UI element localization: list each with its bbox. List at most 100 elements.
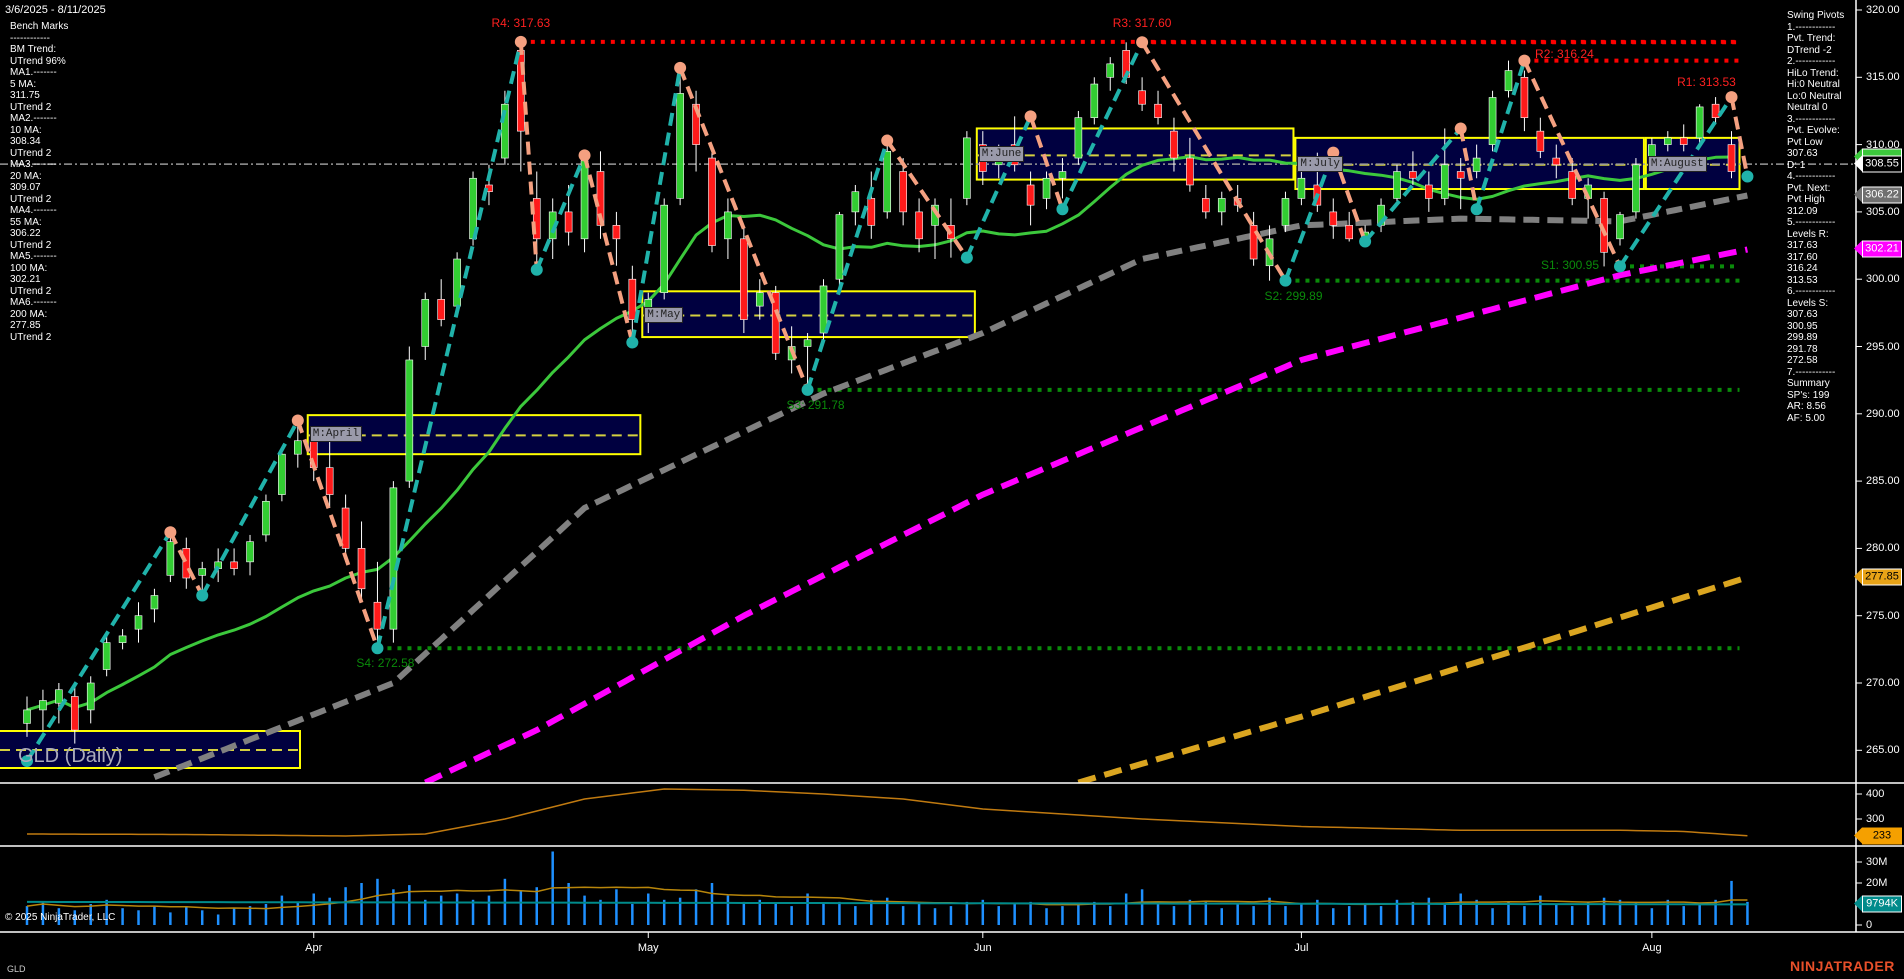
pivot-low-marker: [531, 264, 543, 276]
pivot-low-marker: [1741, 171, 1753, 183]
swing-leg: [537, 155, 585, 269]
candle-up: [294, 441, 301, 454]
candle-up: [1441, 165, 1448, 199]
instrument-title: GLD (Daily): [18, 745, 122, 768]
candle-up: [1473, 158, 1480, 171]
info-line: 6.------------: [1787, 286, 1844, 298]
time-tick-label: Apr: [305, 942, 322, 954]
pivot-low-marker: [1359, 236, 1371, 248]
candle-up: [55, 690, 62, 703]
pivot-low-marker: [626, 336, 638, 348]
month-label: M:August: [1648, 156, 1707, 172]
candle-up: [581, 161, 588, 239]
info-line: SP's: 199: [1787, 390, 1844, 402]
info-line: 299.89: [1787, 332, 1844, 344]
info-line: 4.------------: [1787, 171, 1844, 183]
volume-tick-label: 0: [1866, 919, 1872, 931]
pivot-low-marker: [1614, 260, 1626, 272]
candle-up: [1489, 97, 1496, 144]
price-badge: 302.21: [1862, 241, 1902, 258]
swing-leg: [1062, 42, 1142, 209]
month-label: M:May: [644, 307, 683, 323]
candle-up: [422, 299, 429, 346]
pivot-high-marker: [1455, 122, 1467, 134]
pivot-low-marker: [961, 252, 973, 264]
info-line: DTrend -2: [1787, 45, 1844, 57]
info-line: Pvt High: [1787, 194, 1844, 206]
legend-line: 302.21: [10, 274, 68, 286]
candle-up: [1393, 172, 1400, 199]
legend-line: UTrend 2: [10, 148, 68, 160]
info-line: 1.------------: [1787, 22, 1844, 34]
candle-up: [87, 683, 94, 710]
month-label: M:June: [979, 146, 1025, 162]
candle-up: [390, 488, 397, 629]
candle-down: [1680, 138, 1687, 145]
pivot-low-marker: [1279, 275, 1291, 287]
candle-down: [1569, 172, 1576, 199]
pivot-high-marker: [292, 415, 304, 427]
price-badge: 306.22: [1862, 187, 1902, 204]
candle-up: [1298, 178, 1305, 198]
legend-line: 20 MA:: [10, 171, 68, 183]
pivot-low-marker: [1471, 203, 1483, 215]
candle-down: [358, 548, 365, 588]
candle-down: [1425, 185, 1432, 198]
level-label: S3: 291.78: [787, 398, 845, 412]
candle-down: [342, 508, 349, 548]
volume-tick-label: 30M: [1866, 856, 1887, 868]
info-line: 300.95: [1787, 321, 1844, 333]
candle-up: [884, 151, 891, 212]
candle-down: [71, 696, 78, 730]
candle-up: [1664, 138, 1671, 145]
candle-down: [326, 468, 333, 495]
indicator-tick-label: 300: [1866, 813, 1884, 825]
candle-up: [406, 360, 413, 481]
candle-down: [1553, 158, 1560, 165]
pivot-high-marker: [515, 36, 527, 48]
legend-line: MA2.-------: [10, 113, 68, 125]
pivot-high-marker: [164, 526, 176, 538]
legend-line: ------------: [10, 33, 68, 45]
info-line: 307.63: [1787, 309, 1844, 321]
legend-line: UTrend 2: [10, 194, 68, 206]
candle-down: [740, 239, 747, 320]
swing-pivots-panel: Swing Pivots1.------------Pvt. Trend:DTr…: [1787, 10, 1844, 424]
info-line: Summary: [1787, 378, 1844, 390]
benchmarks-legend: Bench Marks------------BM Trend:UTrend 9…: [10, 21, 68, 343]
info-line: Levels S:: [1787, 298, 1844, 310]
candle-up: [151, 596, 158, 609]
candle-up: [103, 643, 110, 670]
legend-line: Bench Marks: [10, 21, 68, 33]
price-tick-label: 275.00: [1866, 610, 1900, 622]
info-line: 2.------------: [1787, 56, 1844, 68]
candle-down: [1409, 172, 1416, 179]
candle-down: [1330, 212, 1337, 225]
swing-leg: [887, 141, 967, 258]
candle-up: [1043, 178, 1050, 198]
candle-down: [613, 225, 620, 238]
legend-line: UTrend 2: [10, 240, 68, 252]
candle-up: [836, 215, 843, 280]
info-line: Pvt. Trend:: [1787, 33, 1844, 45]
legend-line: UTrend 2: [10, 332, 68, 344]
pivot-high-marker: [1726, 91, 1738, 103]
legend-line: UTrend 2: [10, 286, 68, 298]
indicator-tick-label: 400: [1866, 788, 1884, 800]
candle-down: [1170, 131, 1177, 158]
candle-up: [1632, 165, 1639, 212]
price-tick-label: 280.00: [1866, 542, 1900, 554]
level-label: S2: 299.89: [1264, 289, 1322, 303]
candle-down: [708, 158, 715, 245]
legend-line: UTrend 2: [10, 102, 68, 114]
candle-up: [1617, 215, 1624, 239]
legend-line: 306.22: [10, 228, 68, 240]
candle-down: [1139, 91, 1146, 104]
time-tick-label: Aug: [1642, 942, 1662, 954]
candle-up: [756, 293, 763, 306]
price-badge: 308.55: [1862, 156, 1902, 173]
pivot-low-marker: [1056, 203, 1068, 215]
candle-down: [1155, 104, 1162, 117]
level-label: S4: 272.58: [356, 656, 414, 670]
price-chart[interactable]: [0, 0, 1904, 979]
